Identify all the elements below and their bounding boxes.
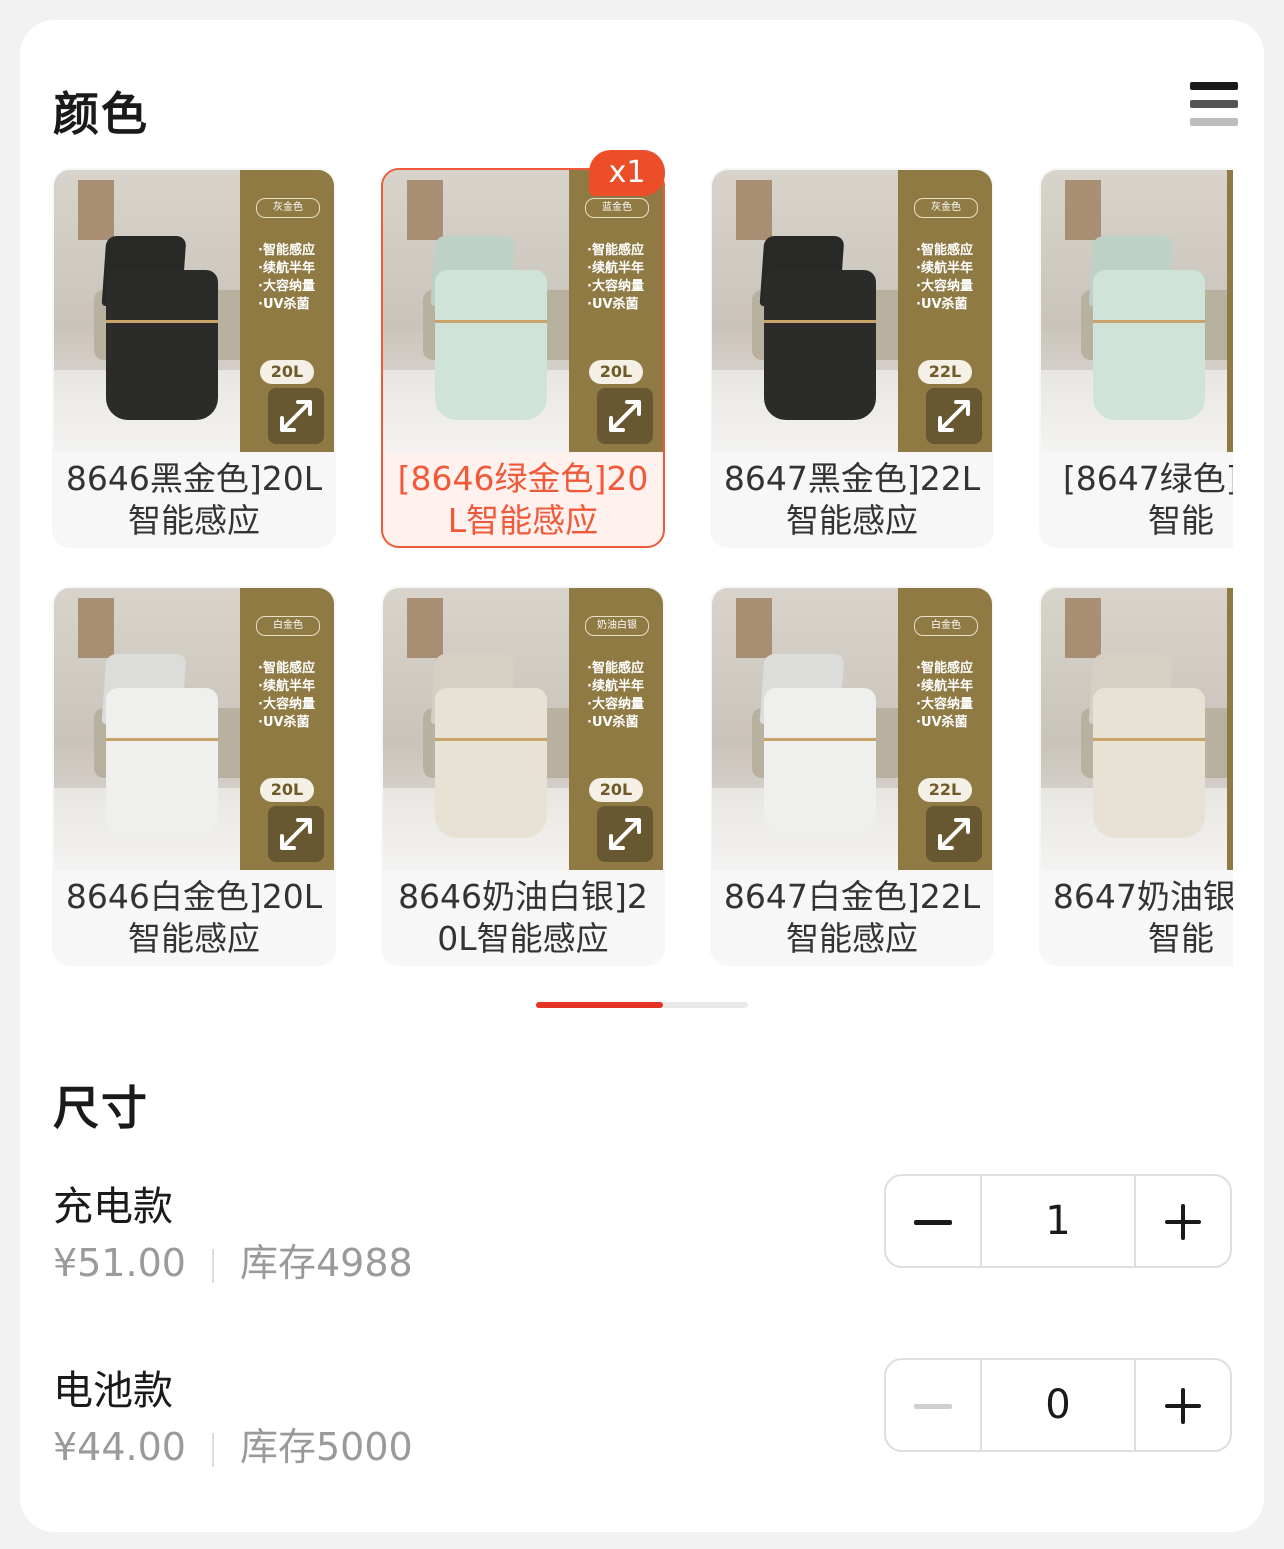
color-option-label: [8646绿金色]20L智能感应: [397, 459, 649, 540]
color-tag: 白金色: [914, 616, 978, 636]
meta-divider: [211, 1248, 214, 1283]
thumbnail-info-panel: 蓝金色 ·智能感应 ·续航半年 ·大容纳量 ·UV杀菌 20L: [569, 170, 663, 452]
color-option-label: 8646黑金色]20L智能感应: [65, 459, 323, 540]
color-tag: 奶油白银: [585, 616, 649, 636]
increase-button[interactable]: [1134, 1360, 1230, 1450]
thumbnail-info-panel: 白金色 ·智能感应 ·续航半年 ·大容纳量 ·UV杀菌 22L: [898, 588, 992, 870]
color-option-card[interactable]: ·智能感应 ·续航半年 ·大容纳量 ·UV杀菌 [8647绿色]22L智能: [1039, 168, 1233, 548]
quantity-value[interactable]: 0: [982, 1360, 1134, 1450]
color-option-label: 8647奶油银]22L智能: [1052, 877, 1233, 958]
capacity-badge: 22L: [918, 778, 972, 802]
color-tag: 白金色: [256, 616, 320, 636]
thumbnail-info-panel: ·智能感应 ·续航半年 ·大容纳量 ·UV杀菌: [1227, 588, 1233, 870]
color-option-card[interactable]: 奶油白银 ·智能感应 ·续航半年 ·大容纳量 ·UV杀菌 20L 8646奶油白银]2…: [381, 586, 665, 966]
thumbnail-info-panel: ·智能感应 ·续航半年 ·大容纳量 ·UV杀菌: [1227, 170, 1233, 452]
feature-list: ·智能感应 ·续航半年 ·大容纳量 ·UV杀菌: [258, 243, 315, 312]
color-option-label: 8646奶油白银]20L智能感应: [398, 877, 648, 958]
grid-scroll-indicator: [536, 1002, 748, 1008]
thumbnail-info-panel: 灰金色 ·智能感应 ·续航半年 ·大容纳量 ·UV杀菌 20L: [240, 170, 334, 452]
expand-icon[interactable]: [926, 806, 982, 862]
color-tag: 灰金色: [914, 198, 978, 218]
size-option-stock: 库存5000: [239, 1425, 413, 1469]
color-option-card[interactable]: 白金色 ·智能感应 ·续航半年 ·大容纳量 ·UV杀菌 20L 8646白金色]20L…: [52, 586, 336, 966]
size-option-row: 电池款 ¥44.00 库存5000 0: [53, 1358, 1233, 1478]
quantity-value[interactable]: 1: [982, 1176, 1134, 1266]
color-option-card[interactable]: 白金色 ·智能感应 ·续航半年 ·大容纳量 ·UV杀菌 22L 8647白金色]22L…: [710, 586, 994, 966]
thumbnail-info-panel: 灰金色 ·智能感应 ·续航半年 ·大容纳量 ·UV杀菌 22L: [898, 170, 992, 452]
feature-list: ·智能感应 ·续航半年 ·大容纳量 ·UV杀菌: [587, 243, 644, 312]
selected-quantity-badge: x1: [589, 150, 665, 196]
color-option-card[interactable]: 灰金色 ·智能感应 ·续航半年 ·大容纳量 ·UV杀菌 20L 8646黑金色]20L…: [52, 168, 336, 548]
feature-list: ·智能感应 ·续航半年 ·大容纳量 ·UV杀菌: [916, 243, 973, 312]
product-thumbnail: 蓝金色 ·智能感应 ·续航半年 ·大容纳量 ·UV杀菌 20L: [383, 170, 663, 452]
product-thumbnail: 白金色 ·智能感应 ·续航半年 ·大容纳量 ·UV杀菌 22L: [712, 588, 992, 870]
color-options-grid[interactable]: 灰金色 ·智能感应 ·续航半年 ·大容纳量 ·UV杀菌 20L 8646黑金色]20L…: [52, 168, 1233, 968]
expand-icon[interactable]: [268, 388, 324, 444]
thumbnail-info-panel: 白金色 ·智能感应 ·续航半年 ·大容纳量 ·UV杀菌 20L: [240, 588, 334, 870]
product-thumbnail: 奶油白银 ·智能感应 ·续航半年 ·大容纳量 ·UV杀菌 20L: [383, 588, 663, 870]
product-thumbnail: 灰金色 ·智能感应 ·续航半年 ·大容纳量 ·UV杀菌 20L: [54, 170, 334, 452]
color-option-label: 8647黑金色]22L智能感应: [723, 459, 981, 540]
expand-icon[interactable]: [597, 806, 653, 862]
product-thumbnail: ·智能感应 ·续航半年 ·大容纳量 ·UV杀菌: [1041, 170, 1233, 452]
color-option-card[interactable]: 灰金色 ·智能感应 ·续航半年 ·大容纳量 ·UV杀菌 22L 8647黑金色]22L…: [710, 168, 994, 548]
color-option-card[interactable]: 蓝金色 ·智能感应 ·续航半年 ·大容纳量 ·UV杀菌 20L [8646绿金色]20…: [381, 168, 665, 548]
color-option-label: 8646白金色]20L智能感应: [65, 877, 323, 958]
quantity-stepper: 0: [884, 1358, 1232, 1452]
color-option-label: [8647绿色]22L智能: [1062, 459, 1233, 540]
quantity-stepper: 1: [884, 1174, 1232, 1268]
increase-button[interactable]: [1134, 1176, 1230, 1266]
decrease-button[interactable]: [886, 1360, 982, 1450]
color-tag: 灰金色: [256, 198, 320, 218]
capacity-badge: 20L: [260, 360, 314, 384]
product-thumbnail: ·智能感应 ·续航半年 ·大容纳量 ·UV杀菌: [1041, 588, 1233, 870]
size-option-meta: ¥51.00 库存4988: [53, 1232, 413, 1287]
expand-icon[interactable]: [597, 388, 653, 444]
color-option-label: 8647白金色]22L智能感应: [723, 877, 981, 958]
size-option-meta: ¥44.00 库存5000: [53, 1416, 413, 1471]
size-option-price: ¥51.00: [53, 1241, 186, 1285]
capacity-badge: 20L: [589, 360, 643, 384]
color-tag: 蓝金色: [585, 198, 649, 218]
decrease-button[interactable]: [886, 1176, 982, 1266]
capacity-badge: 20L: [260, 778, 314, 802]
minus-icon: [914, 1404, 952, 1409]
color-option-card[interactable]: ·智能感应 ·续航半年 ·大容纳量 ·UV杀菌 8647奶油银]22L智能: [1039, 586, 1233, 966]
minus-icon: [914, 1220, 952, 1225]
thumbnail-info-panel: 奶油白银 ·智能感应 ·续航半年 ·大容纳量 ·UV杀菌 20L: [569, 588, 663, 870]
size-option-row: 充电款 ¥51.00 库存4988 1: [53, 1174, 1233, 1294]
feature-list: ·智能感应 ·续航半年 ·大容纳量 ·UV杀菌: [587, 661, 644, 730]
size-option-price: ¥44.00: [53, 1425, 186, 1469]
expand-icon[interactable]: [926, 388, 982, 444]
color-section-title: 颜色: [53, 87, 149, 141]
size-section-title: 尺寸: [53, 1081, 149, 1135]
size-option-name: 充电款: [53, 1184, 173, 1230]
meta-divider: [211, 1432, 214, 1467]
feature-list: ·智能感应 ·续航半年 ·大容纳量 ·UV杀菌: [916, 661, 973, 730]
size-option-stock: 库存4988: [239, 1241, 413, 1285]
grid-scroll-thumb: [536, 1002, 663, 1008]
size-option-name: 电池款: [53, 1368, 173, 1414]
product-thumbnail: 灰金色 ·智能感应 ·续航半年 ·大容纳量 ·UV杀菌 22L: [712, 170, 992, 452]
list-view-toggle-icon[interactable]: [1190, 80, 1240, 130]
product-thumbnail: 白金色 ·智能感应 ·续航半年 ·大容纳量 ·UV杀菌 20L: [54, 588, 334, 870]
capacity-badge: 22L: [918, 360, 972, 384]
capacity-badge: 20L: [589, 778, 643, 802]
feature-list: ·智能感应 ·续航半年 ·大容纳量 ·UV杀菌: [258, 661, 315, 730]
expand-icon[interactable]: [268, 806, 324, 862]
